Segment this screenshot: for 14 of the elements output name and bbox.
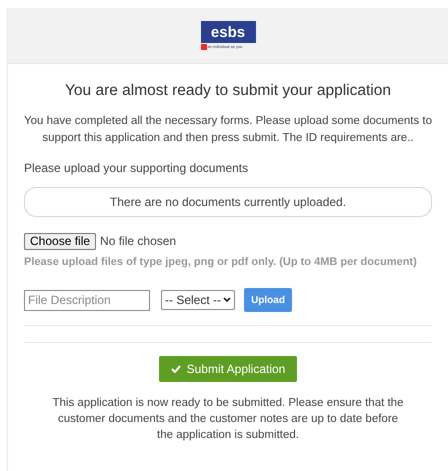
logo-wordmark: esbs: [200, 21, 256, 43]
file-description-field[interactable]: File Description: [24, 290, 150, 310]
document-type-select[interactable]: -- Select --: [161, 290, 236, 310]
documents-notice: There are no documents currently uploaded.: [24, 187, 432, 217]
page-title: You are almost ready to submit your application: [64, 81, 392, 101]
logo-square-icon: [200, 44, 206, 50]
file-type-hint: Please upload files of type jpeg, png or pdf only. (Up to 4MB per document): [24, 255, 418, 270]
chevron-down-icon: [223, 297, 232, 303]
choose-file-button[interactable]: Choose file: [24, 232, 96, 250]
upload-label: Please upload your supporting documents: [24, 160, 250, 176]
file-status: No file chosen: [100, 233, 176, 250]
ready-note: This application is now ready to be submitted. Please ensure that the customer documents and the customer notes are up to date before the application is submitted.: [52, 396, 404, 443]
intro-text: You have completed all the necessary forms. Please upload some documents to support this application and then press submit. The ID requirements are..: [22, 114, 434, 146]
checkmark-icon: [170, 365, 181, 373]
